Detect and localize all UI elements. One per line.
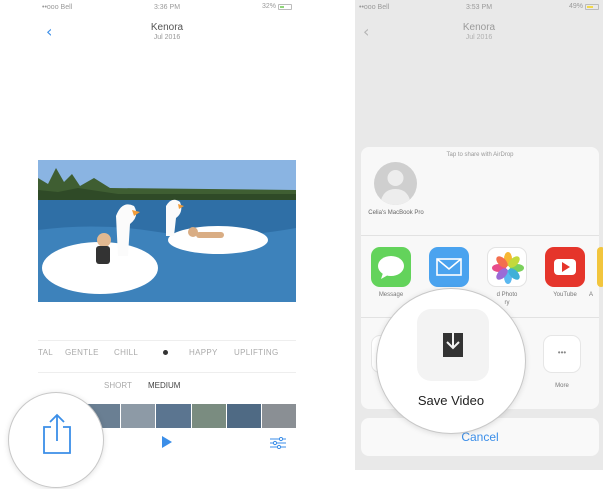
navigation-bar: ‹ Kenora Jul 2016: [38, 16, 296, 50]
filmstrip-frame: [191, 404, 226, 428]
video-filmstrip[interactable]: [86, 404, 296, 428]
adjust-icon[interactable]: [270, 437, 286, 449]
navigation-bar: ‹ Kenora Jul 2016: [355, 16, 603, 50]
mood-option-happy[interactable]: HAPPY: [189, 348, 218, 357]
more-icon: •••: [557, 348, 567, 357]
photos-app-label-line2: ry: [504, 300, 510, 306]
back-chevron-icon[interactable]: ‹: [363, 22, 369, 41]
battery-icon: [585, 3, 599, 10]
filmstrip-frame: [121, 404, 156, 428]
memory-title: Kenora: [150, 22, 184, 33]
length-option-medium[interactable]: MEDIUM: [148, 381, 180, 390]
save-video-label: Save Video: [417, 393, 485, 408]
speech-bubble-icon: [378, 256, 404, 279]
share-button-callout: [8, 392, 104, 488]
airdrop-hint: Tap to share with AirDrop: [446, 152, 514, 158]
battery-percent: 49%: [568, 3, 583, 10]
save-video-callout: Save Video: [376, 288, 526, 434]
airdrop-device-avatar[interactable]: [374, 162, 417, 205]
share-icon[interactable]: [40, 413, 74, 455]
partial-app-label: A: [589, 292, 594, 298]
battery-icon: [278, 3, 292, 10]
partial-app-icon[interactable]: [597, 247, 603, 287]
battery-indicator: 49%: [569, 3, 599, 10]
mood-option-gentle[interactable]: GENTLE: [65, 348, 99, 357]
filmstrip-frame: [156, 404, 191, 428]
more-action-tile[interactable]: •••: [543, 335, 581, 373]
mail-app-icon[interactable]: [429, 247, 469, 287]
envelope-icon: [436, 258, 462, 276]
save-download-icon: [443, 329, 463, 357]
memory-title: Kenora: [462, 22, 496, 33]
play-icon[interactable]: [162, 436, 172, 448]
more-action-label: More: [555, 383, 569, 389]
lake-photo: [38, 160, 296, 302]
filmstrip-frame: [226, 404, 261, 428]
messages-app-icon[interactable]: [371, 247, 411, 287]
youtube-app-icon[interactable]: [545, 247, 585, 287]
memory-video-preview[interactable]: [38, 160, 296, 302]
photos-app-icon[interactable]: [487, 247, 527, 287]
divider: [361, 235, 599, 236]
mood-option-uplifting[interactable]: UPLIFTING: [234, 348, 278, 357]
youtube-play-icon: [554, 259, 576, 275]
save-video-button[interactable]: [417, 309, 489, 381]
mood-selected-dot[interactable]: [163, 350, 168, 355]
battery-indicator: 32%: [262, 3, 292, 10]
divider: [38, 340, 296, 341]
battery-percent: 32%: [261, 3, 276, 10]
status-bar: ••ooo Bell 3:53 PM 49%: [355, 0, 603, 14]
photos-app-label-line1: d Photo: [496, 292, 518, 298]
person-icon: [380, 170, 411, 205]
back-chevron-icon[interactable]: ‹: [46, 22, 52, 41]
length-option-short[interactable]: SHORT: [104, 381, 132, 390]
youtube-app-label: YouTube: [553, 292, 577, 298]
mood-option-chill[interactable]: CHILL: [114, 348, 138, 357]
filmstrip-frame: [261, 404, 296, 428]
divider: [38, 372, 296, 373]
status-time: 3:36 PM: [153, 4, 181, 11]
cancel-label: Cancel: [461, 430, 499, 444]
airdrop-device-name: Celia's MacBook Pro: [368, 210, 424, 216]
status-time: 3:53 PM: [465, 4, 493, 11]
messages-app-label: Message: [378, 292, 404, 298]
memory-date: Jul 2016: [153, 34, 181, 41]
status-bar: ••ooo Bell 3:36 PM 32%: [38, 0, 296, 14]
photos-flower-icon: [492, 252, 524, 284]
mood-option-tal[interactable]: TAL: [38, 348, 53, 357]
memory-date: Jul 2016: [465, 34, 493, 41]
